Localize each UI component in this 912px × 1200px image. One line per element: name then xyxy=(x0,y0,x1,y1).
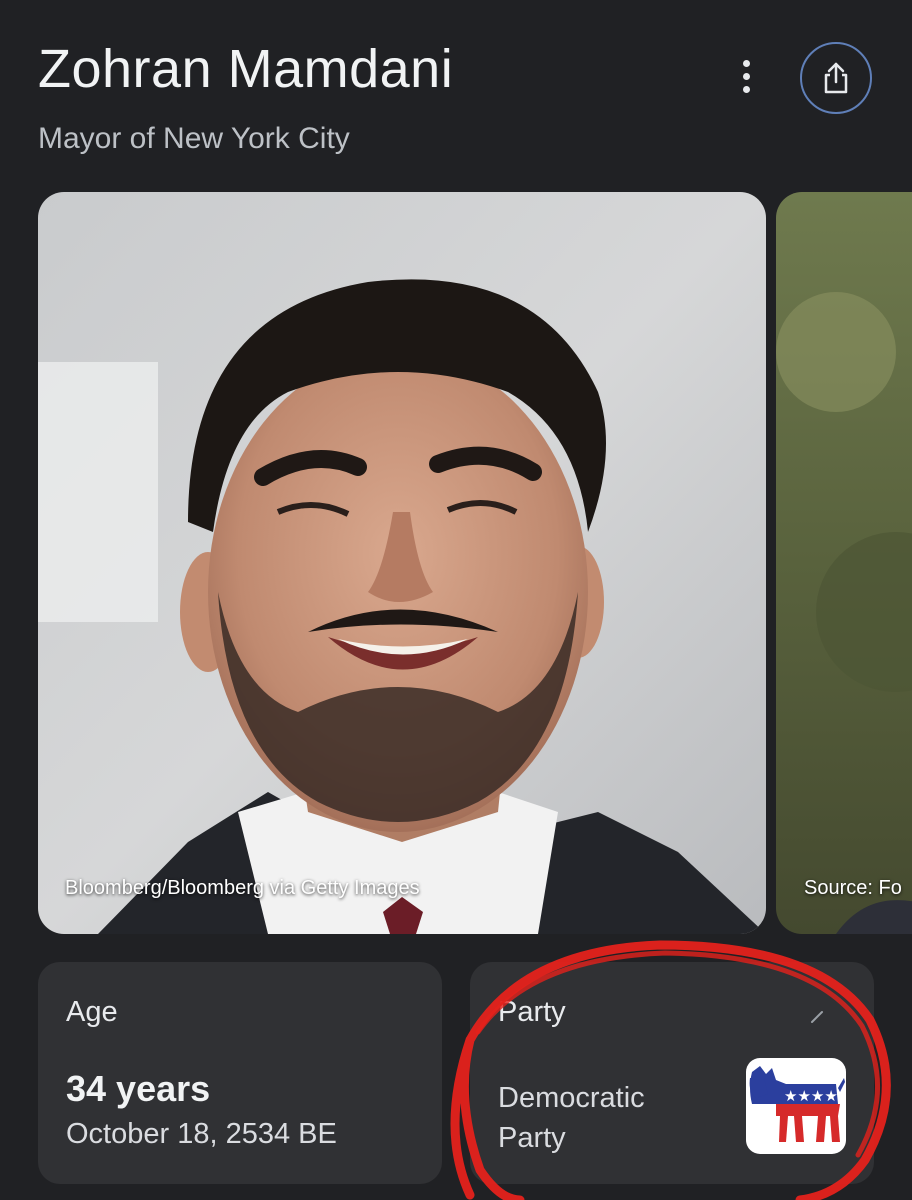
second-image[interactable]: Source: Fo xyxy=(776,192,912,934)
more-options-button[interactable] xyxy=(726,56,766,96)
democratic-donkey-logo: ★★★★ xyxy=(746,1058,846,1154)
portrait-photo xyxy=(38,192,766,934)
image-carousel[interactable]: Bloomberg/Bloomberg via Getty Images Sou… xyxy=(38,192,912,934)
page-title: Zohran Mamdani xyxy=(38,39,454,99)
birth-date: October 18, 2534 BE xyxy=(66,1118,337,1150)
age-label: Age xyxy=(66,996,118,1028)
portrait-image[interactable]: Bloomberg/Bloomberg via Getty Images xyxy=(38,192,766,934)
age-value: 34 years xyxy=(66,1068,211,1109)
share-button[interactable] xyxy=(800,42,872,114)
party-value: Democratic Party xyxy=(498,1082,645,1154)
image-caption-2: Source: Fo xyxy=(804,877,902,899)
edit-icon xyxy=(811,1011,823,1023)
page-subtitle: Mayor of New York City xyxy=(38,122,350,155)
party-label: Party xyxy=(498,996,566,1028)
image-caption: Bloomberg/Bloomberg via Getty Images xyxy=(65,877,420,899)
second-photo xyxy=(776,192,912,934)
share-icon xyxy=(824,62,848,94)
more-vert-icon xyxy=(742,59,750,67)
age-card[interactable]: Age 34 years October 18, 2534 BE xyxy=(38,962,442,1184)
party-card[interactable]: Party Democratic Party ★★★★ xyxy=(470,962,874,1184)
svg-text:★★★★: ★★★★ xyxy=(784,1087,838,1105)
